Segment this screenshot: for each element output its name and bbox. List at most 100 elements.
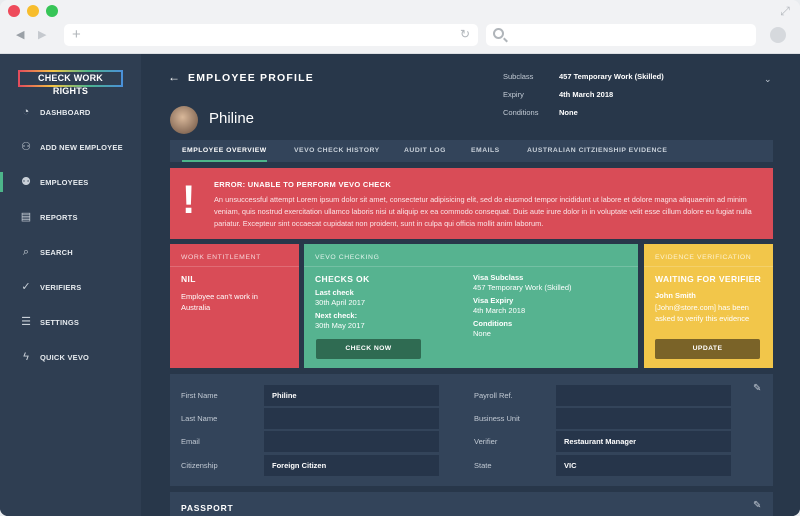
close-window-button[interactable] bbox=[8, 5, 20, 17]
tab-audit-log[interactable]: AUDIT LOG bbox=[404, 140, 446, 162]
maximize-window-button[interactable] bbox=[46, 5, 58, 17]
edit-icon[interactable]: ✎ bbox=[753, 383, 761, 394]
visa-subclass-value: 457 Temporary Work (Skilled) bbox=[473, 283, 572, 292]
expiry-value: 4th March 2018 bbox=[559, 90, 614, 99]
last-check-label: Last check bbox=[315, 288, 354, 297]
work-entitlement-card: WORK ENTITLEMENT NIL Employee can't work… bbox=[170, 244, 299, 368]
exclamation-icon: ! bbox=[182, 178, 196, 222]
search-icon: ⌕ bbox=[22, 246, 30, 258]
employee-details-form: ✎ First Name Philine Last Name Email Cit… bbox=[170, 374, 773, 486]
vevo-checking-card: VEVO CHECKING CHECKS OK Last check 30th … bbox=[304, 244, 638, 368]
users-icon: ⚉ bbox=[21, 176, 31, 188]
sidebar-item-reports[interactable]: ▤ REPORTS bbox=[0, 205, 141, 229]
edit-icon[interactable]: ✎ bbox=[753, 500, 761, 511]
check-circle-icon: ✓ bbox=[21, 281, 31, 293]
card-heading: WORK ENTITLEMENT bbox=[181, 254, 261, 261]
sidebar-item-label: VERIFIERS bbox=[40, 282, 82, 292]
address-bar[interactable]: + ↻ bbox=[64, 24, 478, 46]
work-entitlement-status: NIL bbox=[181, 274, 196, 284]
conditions-value: None bbox=[559, 108, 578, 117]
visa-expiry-label: Visa Expiry bbox=[473, 296, 514, 305]
card-heading: EVIDENCE VERIFICATION bbox=[655, 254, 752, 261]
fullscreen-icon[interactable]: ⤢ bbox=[778, 4, 792, 18]
sidebar-item-employees[interactable]: ⚉ EMPLOYEES bbox=[0, 170, 141, 194]
page-title: EMPLOYEE PROFILE bbox=[188, 72, 314, 84]
subclass-label: Subclass bbox=[503, 72, 534, 81]
subclass-value: 457 Temporary Work (Skilled) bbox=[559, 72, 664, 81]
error-banner: ! ERROR: UNABLE TO PERFORM VEVO CHECK An… bbox=[170, 168, 773, 239]
document-icon: ▤ bbox=[20, 211, 32, 223]
sidebar-item-label: SEARCH bbox=[40, 247, 73, 257]
browser-window: ⤢ ◀ ▶ + ↻ CHECK WORK RIGHTS ◔ DASHBOARD … bbox=[0, 0, 800, 516]
last-check-value: 30th April 2017 bbox=[315, 298, 366, 307]
sidebar: CHECK WORK RIGHTS ◔ DASHBOARD ⚇ ADD NEW … bbox=[0, 54, 141, 516]
sidebar-item-label: ADD NEW EMPLOYEE bbox=[40, 142, 123, 152]
conditions-label: Conditions bbox=[503, 108, 539, 117]
sidebar-item-search[interactable]: ⌕ SEARCH bbox=[0, 240, 141, 264]
last-name-field[interactable] bbox=[264, 408, 439, 429]
sidebar-item-label: EMPLOYEES bbox=[40, 177, 89, 187]
tab-vevo-check-history[interactable]: VEVO CHECK HISTORY bbox=[294, 140, 380, 162]
search-icon bbox=[493, 28, 504, 39]
last-name-label: Last Name bbox=[181, 414, 218, 423]
verifier-field[interactable]: Restaurant Manager bbox=[556, 431, 731, 452]
sidebar-item-verifiers[interactable]: ✓ VERIFIERS bbox=[0, 275, 141, 299]
work-entitlement-message: Employee can't work in Australia bbox=[181, 292, 258, 312]
evidence-status: WAITING FOR VERIFIER bbox=[655, 274, 762, 284]
new-tab-icon[interactable]: + bbox=[72, 26, 81, 44]
update-button[interactable]: UPDATE bbox=[655, 339, 760, 359]
card-heading: VEVO CHECKING bbox=[315, 254, 380, 261]
logo[interactable]: CHECK WORK RIGHTS bbox=[18, 70, 123, 96]
divider bbox=[304, 266, 638, 267]
tab-emails[interactable]: EMAILS bbox=[471, 140, 500, 162]
sidebar-item-label: SETTINGS bbox=[40, 317, 80, 327]
sidebar-item-label: QUICK VEVO bbox=[40, 352, 90, 362]
citizenship-field[interactable]: Foreign Citizen bbox=[264, 455, 439, 476]
business-unit-field[interactable] bbox=[556, 408, 731, 429]
dashboard-icon: ◔ bbox=[22, 106, 30, 118]
vevo-status: CHECKS OK bbox=[315, 274, 370, 284]
browser-profile-icon[interactable] bbox=[770, 27, 786, 43]
first-name-field[interactable]: Philine bbox=[264, 385, 439, 406]
sidebar-item-dashboard[interactable]: ◔ DASHBOARD bbox=[0, 100, 141, 124]
avatar bbox=[170, 106, 198, 134]
divider bbox=[170, 266, 299, 267]
citizenship-label: Citizenship bbox=[181, 461, 218, 470]
minimize-window-button[interactable] bbox=[27, 5, 39, 17]
back-arrow-icon[interactable]: ← bbox=[168, 70, 180, 84]
expiry-label: Expiry bbox=[503, 90, 524, 99]
divider bbox=[644, 266, 773, 267]
tab-bar: EMPLOYEE OVERVIEW VEVO CHECK HISTORY AUD… bbox=[170, 140, 773, 162]
browser-search-input[interactable] bbox=[486, 24, 756, 46]
back-arrow-icon[interactable]: ◀ bbox=[16, 28, 24, 41]
evidence-verification-card: EVIDENCE VERIFICATION WAITING FOR VERIFI… bbox=[644, 244, 773, 368]
tab-australian-citizenship-evidence[interactable]: AUSTRALIAN CITZIENSHIP EVIDENCE bbox=[527, 140, 667, 162]
sidebar-item-settings[interactable]: ☰ SETTINGS bbox=[0, 310, 141, 334]
state-label: State bbox=[474, 461, 492, 470]
next-check-label: Next check: bbox=[315, 311, 358, 320]
sidebar-item-add-new-employee[interactable]: ⚇ ADD NEW EMPLOYEE bbox=[0, 135, 141, 159]
email-label: Email bbox=[181, 437, 200, 446]
chevron-down-icon[interactable]: ⌄ bbox=[764, 74, 772, 85]
first-name-label: First Name bbox=[181, 391, 218, 400]
error-title: ERROR: UNABLE TO PERFORM VEVO CHECK bbox=[214, 180, 392, 189]
conditions-value: None bbox=[473, 329, 491, 338]
business-unit-label: Business Unit bbox=[474, 414, 520, 423]
active-indicator bbox=[0, 172, 3, 192]
reload-icon[interactable]: ↻ bbox=[460, 27, 470, 41]
verifier-name: John Smith bbox=[655, 291, 696, 300]
passport-section: PASSPORT ✎ bbox=[170, 492, 773, 516]
sidebar-item-quick-vevo[interactable]: ϟ QUICK VEVO bbox=[0, 345, 141, 369]
employee-name: Philine bbox=[209, 110, 255, 127]
tab-employee-overview[interactable]: EMPLOYEE OVERVIEW bbox=[182, 140, 267, 162]
sliders-icon: ☰ bbox=[21, 316, 31, 328]
state-field[interactable]: VIC bbox=[556, 455, 731, 476]
sidebar-item-label: REPORTS bbox=[40, 212, 78, 222]
add-user-icon: ⚇ bbox=[21, 141, 31, 153]
app: CHECK WORK RIGHTS ◔ DASHBOARD ⚇ ADD NEW … bbox=[0, 54, 800, 516]
payroll-ref-field[interactable] bbox=[556, 385, 731, 406]
email-field[interactable] bbox=[264, 431, 439, 452]
visa-subclass-label: Visa Subclass bbox=[473, 273, 524, 282]
forward-arrow-icon[interactable]: ▶ bbox=[38, 28, 46, 41]
check-now-button[interactable]: CHECK NOW bbox=[316, 339, 421, 359]
